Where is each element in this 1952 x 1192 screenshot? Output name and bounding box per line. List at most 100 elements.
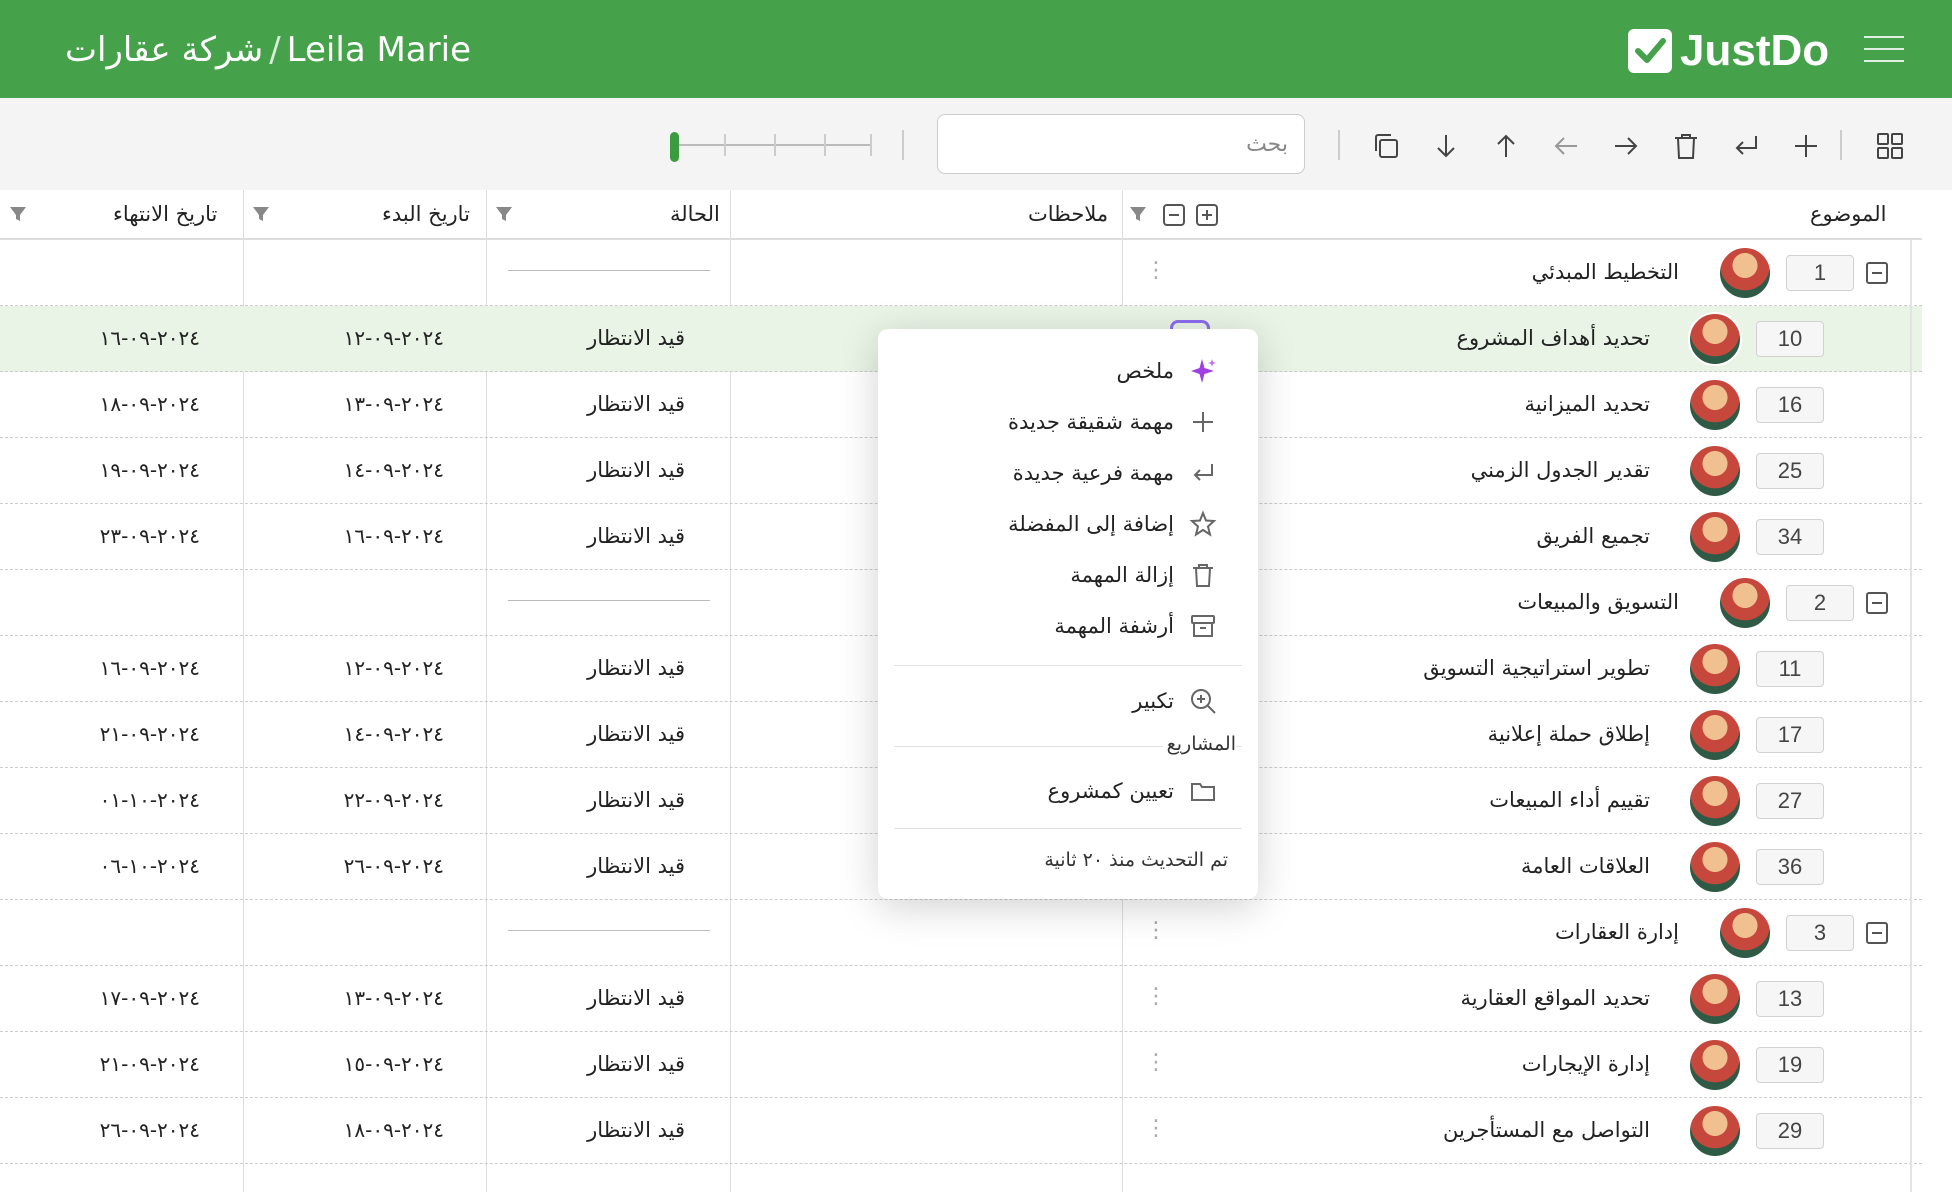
task-title[interactable]: التخطيط المبدئي <box>1532 260 1679 284</box>
task-seq-number[interactable]: 1 <box>1786 255 1854 291</box>
user-name[interactable]: Leila Marie <box>287 30 471 70</box>
avatar[interactable] <box>1688 444 1742 498</box>
status-cell[interactable]: قيد الانتظار <box>587 788 685 812</box>
more-options-icon[interactable]: ⋮ <box>1145 918 1167 943</box>
avatar[interactable] <box>1718 246 1772 300</box>
hamburger-icon[interactable] <box>1864 36 1904 66</box>
avatar[interactable] <box>1688 1104 1742 1158</box>
collapse-toggle-icon[interactable] <box>1866 262 1888 284</box>
start-date-cell[interactable]: ٢٠٢٤-٠٩-١٤ <box>344 722 444 746</box>
avatar[interactable] <box>1718 576 1772 630</box>
column-header-status[interactable]: الحالة <box>670 190 720 238</box>
avatar[interactable] <box>1688 642 1742 696</box>
status-cell[interactable]: قيد الانتظار <box>587 1052 685 1076</box>
end-date-cell[interactable]: ٢٠٢٤-٠٩-١٦ <box>100 326 200 350</box>
more-options-icon[interactable]: ⋮ <box>1145 1050 1167 1075</box>
task-seq-number[interactable]: 3 <box>1786 915 1854 951</box>
filter-icon[interactable] <box>1128 204 1148 228</box>
end-date-cell[interactable]: ٢٠٢٤-٠٩-١٩ <box>100 458 200 482</box>
start-date-cell[interactable]: ٢٠٢٤-٠٩-١٤ <box>344 458 444 482</box>
avatar[interactable] <box>1688 1038 1742 1092</box>
collapse-all-icon[interactable] <box>1162 203 1186 231</box>
add-child-icon[interactable] <box>1728 128 1764 164</box>
task-row[interactable]: 19 إدارة الإيجارات ⋮ قيد الانتظار ٢٠٢٤-٠٩-١٥… <box>0 1032 1922 1098</box>
task-title[interactable]: العلاقات العامة <box>1521 854 1650 878</box>
zoom-slider[interactable] <box>670 130 875 162</box>
task-seq-number[interactable]: 25 <box>1756 453 1824 489</box>
task-seq-number[interactable]: 27 <box>1756 783 1824 819</box>
task-row[interactable]: 13 تحديد المواقع العقارية ⋮ قيد الانتظار ٢٠٢… <box>0 966 1922 1032</box>
end-date-cell[interactable]: ٢٠٢٤-٠٩-١٦ <box>100 656 200 680</box>
avatar[interactable] <box>1688 378 1742 432</box>
task-title[interactable]: إطلاق حملة إعلانية <box>1488 722 1650 746</box>
collapse-toggle-icon[interactable] <box>1866 922 1888 944</box>
task-title[interactable]: التواصل مع المستأجرين <box>1443 1118 1650 1142</box>
workspace-name[interactable]: شركة عقارات <box>65 30 263 70</box>
task-title[interactable]: تقدير الجدول الزمني <box>1471 458 1650 482</box>
task-seq-number[interactable]: 36 <box>1756 849 1824 885</box>
column-header-end-date[interactable]: تاريخ الانتهاء <box>113 190 217 238</box>
avatar[interactable] <box>1688 972 1742 1026</box>
more-options-icon[interactable]: ⋮ <box>1145 984 1167 1009</box>
task-title[interactable]: تحديد الميزانية <box>1524 392 1650 416</box>
start-date-cell[interactable]: ٢٠٢٤-٠٩-١٢ <box>344 656 444 680</box>
start-date-cell[interactable]: ٢٠٢٤-٠٩-١٦ <box>344 524 444 548</box>
end-date-cell[interactable]: ٢٠٢٤-٠٩-٢٦ <box>100 1118 200 1142</box>
column-header-notes[interactable]: ملاحظات <box>1028 190 1108 238</box>
task-seq-number[interactable]: 34 <box>1756 519 1824 555</box>
task-seq-number[interactable]: 10 <box>1756 321 1824 357</box>
menu-item-new-child[interactable]: مهمة فرعية جديدة <box>1013 453 1218 493</box>
grid-scrollbar[interactable] <box>1906 240 1916 1192</box>
move-up-icon[interactable] <box>1488 128 1524 164</box>
task-title[interactable]: تحديد المواقع العقارية <box>1460 986 1650 1010</box>
task-title[interactable]: تطوير استراتيجية التسويق <box>1423 656 1650 680</box>
task-row[interactable]: 29 التواصل مع المستأجرين ⋮ قيد الانتظار ٢٠٢٤… <box>0 1098 1922 1164</box>
search-input[interactable] <box>937 114 1305 174</box>
end-date-cell[interactable]: ٢٠٢٤-١٠-٠٦ <box>100 854 200 878</box>
filter-icon[interactable] <box>494 204 514 228</box>
avatar[interactable] <box>1688 312 1742 366</box>
expand-all-icon[interactable] <box>1195 203 1219 231</box>
column-header-subject[interactable]: الموضوع <box>1810 190 1886 238</box>
more-options-icon[interactable]: ⋮ <box>1145 258 1167 283</box>
task-seq-number[interactable]: 16 <box>1756 387 1824 423</box>
menu-item-add-favorite[interactable]: إضافة إلى المفضلة <box>1008 504 1218 544</box>
filter-icon[interactable] <box>8 204 28 228</box>
start-date-cell[interactable]: ٢٠٢٤-٠٩-١٣ <box>344 986 444 1010</box>
move-left-icon[interactable] <box>1548 128 1584 164</box>
menu-item-archive-task[interactable]: أرشفة المهمة <box>1054 606 1218 646</box>
task-seq-number[interactable]: 13 <box>1756 981 1824 1017</box>
end-date-cell[interactable]: ٢٠٢٤-٠٩-٢٣ <box>100 524 200 548</box>
status-cell[interactable]: قيد الانتظار <box>587 392 685 416</box>
task-title[interactable]: تحديد أهداف المشروع <box>1456 326 1650 350</box>
justdo-logo[interactable]: JustDo <box>1628 26 1829 76</box>
task-seq-number[interactable]: 17 <box>1756 717 1824 753</box>
status-cell[interactable]: قيد الانتظار <box>587 458 685 482</box>
end-date-cell[interactable]: ٢٠٢٤-٠٩-٢١ <box>100 722 200 746</box>
task-seq-number[interactable]: 11 <box>1756 651 1824 687</box>
status-cell[interactable]: قيد الانتظار <box>587 524 685 548</box>
avatar[interactable] <box>1688 510 1742 564</box>
status-cell[interactable]: قيد الانتظار <box>587 1118 685 1142</box>
avatar[interactable] <box>1688 840 1742 894</box>
start-date-cell[interactable]: ٢٠٢٤-٠٩-١٥ <box>344 1052 444 1076</box>
end-date-cell[interactable]: ٢٠٢٤-٠٩-٢١ <box>100 1052 200 1076</box>
add-icon[interactable] <box>1788 128 1824 164</box>
delete-icon[interactable] <box>1668 128 1704 164</box>
zoom-slider-knob[interactable] <box>670 132 679 162</box>
start-date-cell[interactable]: ٢٠٢٤-٠٩-١٣ <box>344 392 444 416</box>
group-row[interactable]: 1 التخطيط المبدئي ⋮ <box>0 240 1922 306</box>
start-date-cell[interactable]: ٢٠٢٤-٠٩-١٢ <box>344 326 444 350</box>
more-options-icon[interactable]: ⋮ <box>1145 1116 1167 1141</box>
column-header-start-date[interactable]: تاريخ البدء <box>382 190 470 238</box>
status-cell[interactable]: قيد الانتظار <box>587 656 685 680</box>
start-date-cell[interactable]: ٢٠٢٤-٠٩-١٨ <box>344 1118 444 1142</box>
task-seq-number[interactable]: 2 <box>1786 585 1854 621</box>
task-title[interactable]: إدارة الإيجارات <box>1522 1052 1650 1076</box>
task-title[interactable]: تقييم أداء المبيعات <box>1489 788 1650 812</box>
task-title[interactable]: تجميع الفريق <box>1536 524 1650 548</box>
grid-view-icon[interactable] <box>1872 128 1908 164</box>
status-cell[interactable]: قيد الانتظار <box>587 854 685 878</box>
start-date-cell[interactable]: ٢٠٢٤-٠٩-٢٦ <box>344 854 444 878</box>
duplicate-icon[interactable] <box>1368 128 1404 164</box>
